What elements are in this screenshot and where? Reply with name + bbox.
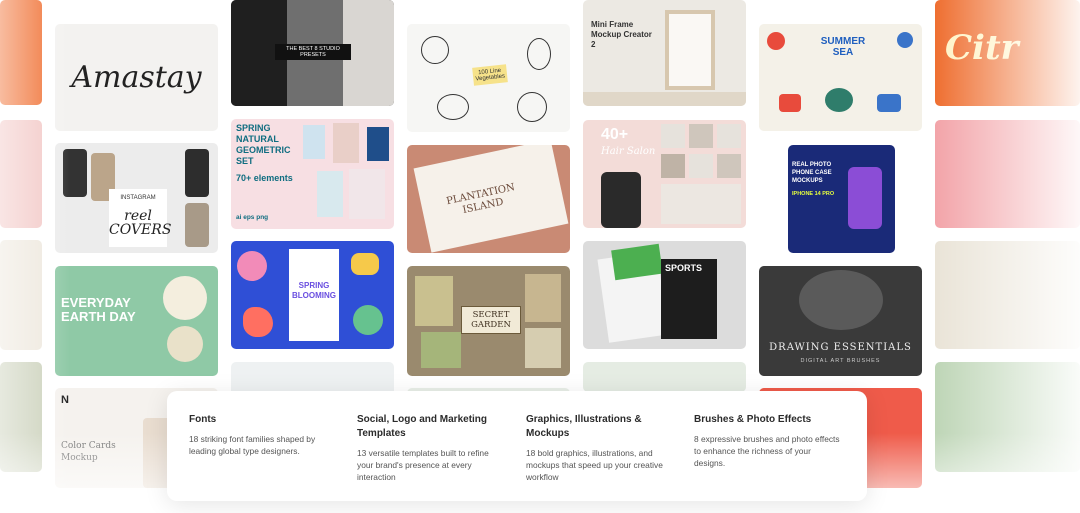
features-panel: Fonts 18 striking font families shaped b…: [167, 391, 867, 501]
tile-phone-case[interactable]: REAL PHOTO PHONE CASE MOCKUPS IPHONE 14 …: [788, 145, 895, 253]
tile-drawing-subtitle: DIGITAL ART BRUSHES: [800, 358, 881, 364]
tile-plantation-island[interactable]: PLANTATION ISLAND: [407, 145, 570, 253]
tile-geometric-formats: ai eps png: [236, 214, 269, 221]
feature-graphics: Graphics, Illustrations & Mockups 18 bol…: [526, 413, 676, 483]
tile-reel-label: INSTAGRAM: [120, 195, 156, 201]
tile-amastay[interactable]: Amastay: [55, 24, 218, 131]
tile-geometric-count: 70+ elements: [236, 173, 293, 183]
tile-amastay-title: Amastay: [71, 60, 202, 95]
feature-description: 8 expressive brushes and photo effects t…: [694, 434, 840, 468]
tile-citrus[interactable]: Citr: [935, 0, 1080, 106]
tile-color-cards-title: Color Cards Mockup: [61, 441, 116, 463]
feature-title: Graphics, Illustrations & Mockups: [526, 414, 642, 439]
n-logo-icon: N: [61, 394, 69, 406]
tile-rollerskate[interactable]: [935, 120, 1080, 228]
tile-phonecase-subtitle: IPHONE 14 PRO: [792, 191, 835, 197]
tile-summersea-title: SUMMER SEA: [820, 36, 866, 58]
feature-templates: Social, Logo and Marketing Templates 13 …: [357, 413, 507, 483]
tile-mini-frame[interactable]: Mini Frame Mockup Creator 2: [583, 0, 746, 106]
tile-geometric-title: SPRING NATURAL GEOMETRIC SET: [236, 123, 291, 166]
tile-miniframe-title: Mini Frame Mockup Creator 2: [591, 20, 652, 49]
tile-orange-left[interactable]: [0, 0, 42, 105]
tile-citrus-title: Citr: [945, 28, 1019, 68]
tile-summer-sea[interactable]: SUMMER SEA: [759, 24, 922, 131]
tile-drawing-essentials[interactable]: DRAWING ESSENTIALS DIGITAL ART BRUSHES: [759, 266, 922, 376]
tile-earth-day[interactable]: EVERYDAY EARTH DAY: [55, 266, 218, 376]
tile-garden-title: SECRET GARDEN: [461, 306, 521, 334]
tile-beige-right[interactable]: [935, 241, 1080, 349]
tile-hair-salon[interactable]: 40+ Hair Salon: [583, 120, 746, 228]
tile-secret-garden[interactable]: SECRET GARDEN: [407, 266, 570, 376]
tile-earth-day-title: EVERYDAY EARTH DAY: [61, 295, 136, 324]
tile-beige-left[interactable]: [0, 240, 42, 350]
tile-geometric-set[interactable]: SPRING NATURAL GEOMETRIC SET 70+ element…: [231, 119, 394, 229]
tile-reel-covers[interactable]: INSTAGRAM reel COVERS: [55, 143, 218, 253]
tile-line-vegetables[interactable]: 100 Line Vegetables: [407, 24, 570, 132]
tile-studio-presets[interactable]: THE BEST 8 STUDIO PRESETS: [231, 0, 394, 106]
tile-green-right[interactable]: [935, 362, 1080, 472]
tile-sports-title: SPORTS: [665, 263, 703, 273]
tile-hairsalon-title: Hair Salon: [601, 146, 656, 157]
tile-pink-left[interactable]: [0, 120, 42, 228]
feature-description: 18 striking font families shaped by lead…: [189, 434, 316, 456]
tile-botanical[interactable]: [583, 362, 746, 392]
tile-hairsalon-count: 40+: [601, 126, 629, 143]
tile-green-left[interactable]: [0, 362, 42, 472]
tile-veg-title: 100 Line Vegetables: [472, 64, 508, 86]
feature-title: Brushes & Photo Effects: [694, 414, 812, 425]
feature-description: 18 bold graphics, illustrations, and moc…: [526, 448, 663, 482]
tile-studio-title: THE BEST 8 STUDIO PRESETS: [275, 44, 351, 60]
feature-title: Social, Logo and Marketing Templates: [357, 414, 488, 439]
feature-brushes: Brushes & Photo Effects 8 expressive bru…: [694, 413, 844, 469]
tile-spring-blooming[interactable]: SPRING BLOOMING: [231, 241, 394, 349]
feature-fonts: Fonts 18 striking font families shaped b…: [189, 413, 339, 457]
tile-sports-magazine[interactable]: SPORTS: [583, 241, 746, 349]
tile-drawing-title: DRAWING ESSENTIALS: [769, 342, 912, 353]
feature-description: 13 versatile templates built to refine y…: [357, 448, 489, 482]
feature-title: Fonts: [189, 414, 217, 425]
tile-reel-subtitle: reel COVERS: [109, 208, 172, 238]
tile-phonecase-title: REAL PHOTO PHONE CASE MOCKUPS: [792, 162, 832, 184]
tile-blooming-title: SPRING BLOOMING: [292, 281, 336, 300]
